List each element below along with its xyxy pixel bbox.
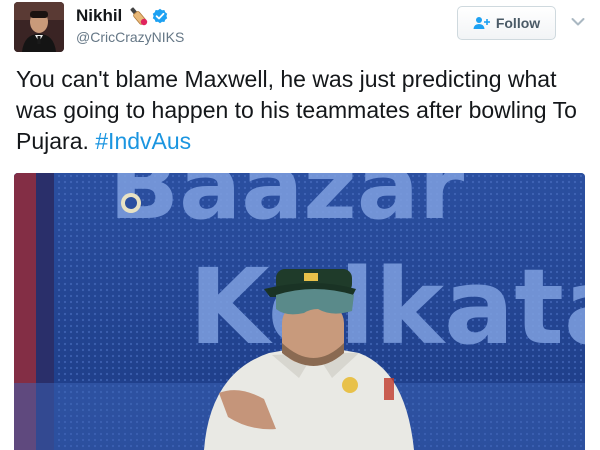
follow-button[interactable]: Follow <box>457 6 556 40</box>
chevron-down-icon[interactable] <box>571 14 585 26</box>
cricket-bat-emoji-icon <box>127 5 149 27</box>
tweet-card: Nikhil @CricCrazyNIKS Follow You can't b… <box>0 0 600 450</box>
author-display-name[interactable]: Nikhil <box>76 6 122 26</box>
board-text-bottom: Kolkata <box>189 246 585 368</box>
board-text-top: Baazar <box>109 173 465 240</box>
author-name-row: Nikhil <box>76 5 168 27</box>
author-avatar[interactable] <box>14 2 64 52</box>
profile-photo-icon <box>14 2 64 52</box>
add-user-icon <box>473 16 491 30</box>
follow-button-label: Follow <box>495 15 541 31</box>
tweet-media-photo[interactable]: Baazar Kolkata <box>14 173 585 450</box>
tweet-text: You can't blame Maxwell, he was just pre… <box>16 64 586 157</box>
hashtag-link[interactable]: #IndvAus <box>95 128 191 154</box>
verified-badge-icon <box>152 8 168 24</box>
cricketer-photo-icon: Baazar Kolkata <box>14 173 585 450</box>
author-handle[interactable]: @CricCrazyNIKS <box>76 29 184 45</box>
